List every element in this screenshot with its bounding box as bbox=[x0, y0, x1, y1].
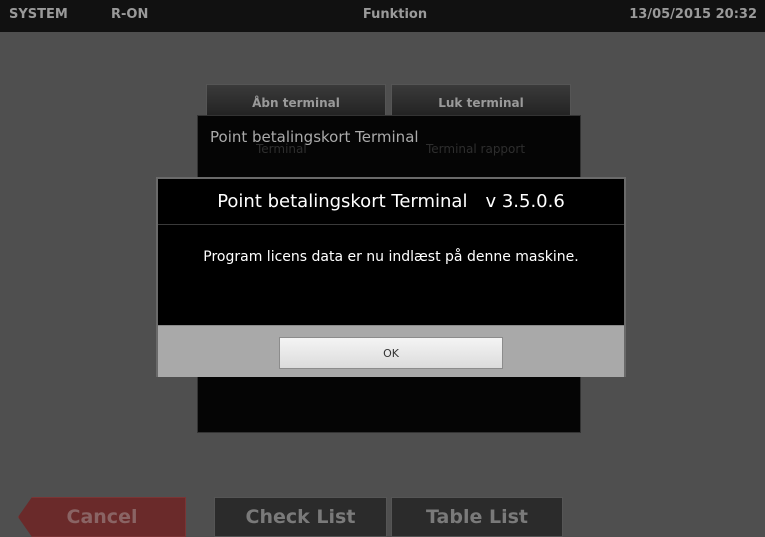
mode-label: R-ON bbox=[111, 7, 149, 22]
table-list-button[interactable]: Table List bbox=[391, 497, 563, 537]
ok-button[interactable]: OK bbox=[279, 337, 503, 369]
terminal-panel-title: Point betalingskort Terminal bbox=[210, 128, 419, 146]
system-label: SYSTEM bbox=[9, 7, 68, 22]
terminal-report-ghost-button: Terminal rapport bbox=[426, 142, 526, 156]
dialog-version: v 3.5.0.6 bbox=[485, 191, 565, 212]
dialog-message: Program licens data er nu indlæst på den… bbox=[203, 249, 579, 265]
dialog-title: Point betalingskort Terminal bbox=[217, 191, 468, 212]
check-list-button[interactable]: Check List bbox=[214, 497, 387, 537]
datetime-label: 13/05/2015 20:32 bbox=[629, 7, 757, 22]
license-dialog: Point betalingskort Terminal v 3.5.0.6 P… bbox=[156, 177, 626, 377]
screen-title: Funktion bbox=[362, 7, 428, 22]
terminal-ghost-button: Terminal bbox=[256, 142, 307, 156]
dialog-header: Point betalingskort Terminal v 3.5.0.6 bbox=[158, 179, 624, 225]
cancel-button[interactable]: Cancel bbox=[18, 497, 186, 537]
top-status-bar: SYSTEM R-ON Funktion 13/05/2015 20:32 bbox=[0, 0, 765, 32]
dialog-footer: OK bbox=[158, 325, 624, 377]
